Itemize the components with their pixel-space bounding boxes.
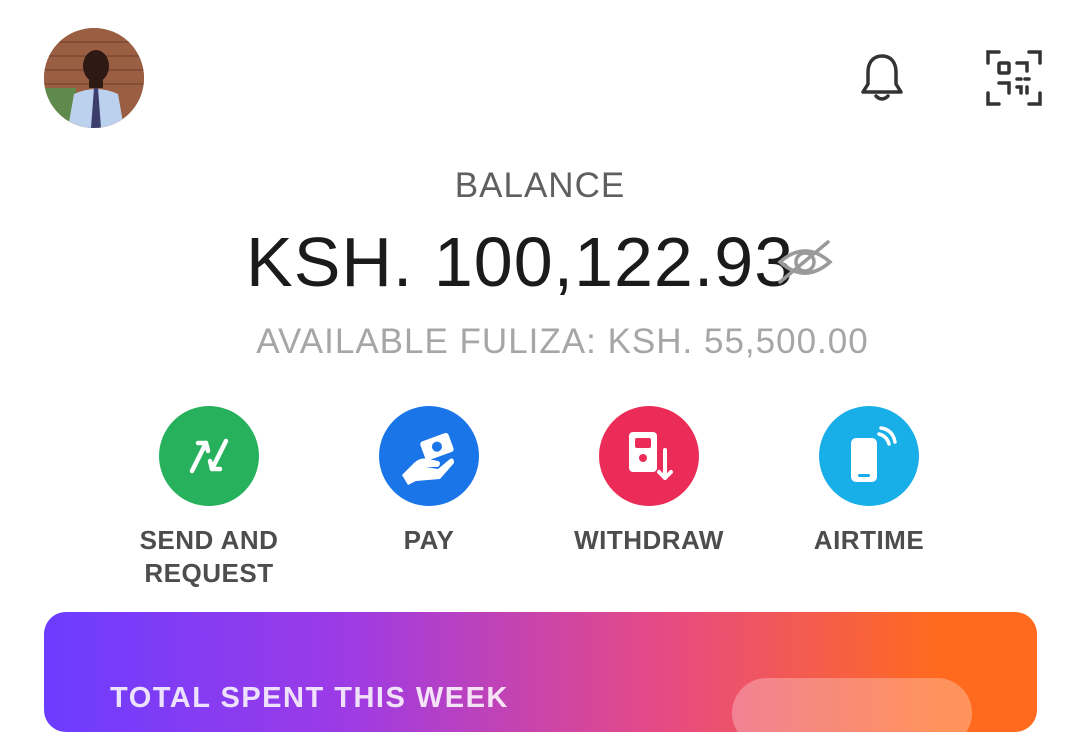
hand-money-icon bbox=[402, 432, 454, 485]
notifications-button[interactable] bbox=[852, 48, 912, 108]
send-and-request-action[interactable]: SEND AND REQUEST bbox=[99, 406, 319, 590]
user-avatar bbox=[44, 28, 144, 128]
withdraw-circle[interactable] bbox=[599, 406, 699, 506]
avatar[interactable] bbox=[44, 28, 144, 128]
pay-action[interactable]: PAY bbox=[319, 406, 539, 557]
phone-cash-out-icon bbox=[629, 432, 673, 480]
airtime-label: AIRTIME bbox=[813, 525, 925, 555]
qr-scan-button[interactable] bbox=[982, 46, 1046, 110]
airtime-circle[interactable] bbox=[819, 406, 919, 506]
swap-arrows-icon bbox=[189, 438, 229, 474]
fuliza-available: AVAILABLE FULIZA: KSH. 55,500.00 bbox=[256, 322, 869, 361]
send-request-circle[interactable] bbox=[159, 406, 259, 506]
weekly-spend-title: TOTAL SPENT THIS WEEK bbox=[110, 682, 509, 714]
balance-amount: KSH. 100,122.93 bbox=[246, 223, 795, 301]
bell-icon bbox=[861, 54, 903, 101]
qr-scan-icon bbox=[986, 50, 1042, 106]
weekly-spend-card[interactable]: TOTAL SPENT THIS WEEK bbox=[44, 612, 1037, 732]
eye-off-icon bbox=[777, 240, 833, 284]
withdraw-label: WITHDRAW bbox=[574, 525, 724, 555]
weekly-spend-pill[interactable] bbox=[732, 678, 972, 732]
phone-signal-icon bbox=[851, 426, 897, 482]
send-request-label: SEND AND REQUEST bbox=[139, 525, 279, 588]
airtime-action[interactable]: AIRTIME bbox=[759, 406, 979, 557]
balance-label: BALANCE bbox=[454, 166, 626, 205]
withdraw-action[interactable]: WITHDRAW bbox=[539, 406, 759, 557]
pay-circle[interactable] bbox=[379, 406, 479, 506]
pay-label: PAY bbox=[403, 525, 455, 555]
toggle-balance-visibility[interactable] bbox=[774, 236, 836, 288]
